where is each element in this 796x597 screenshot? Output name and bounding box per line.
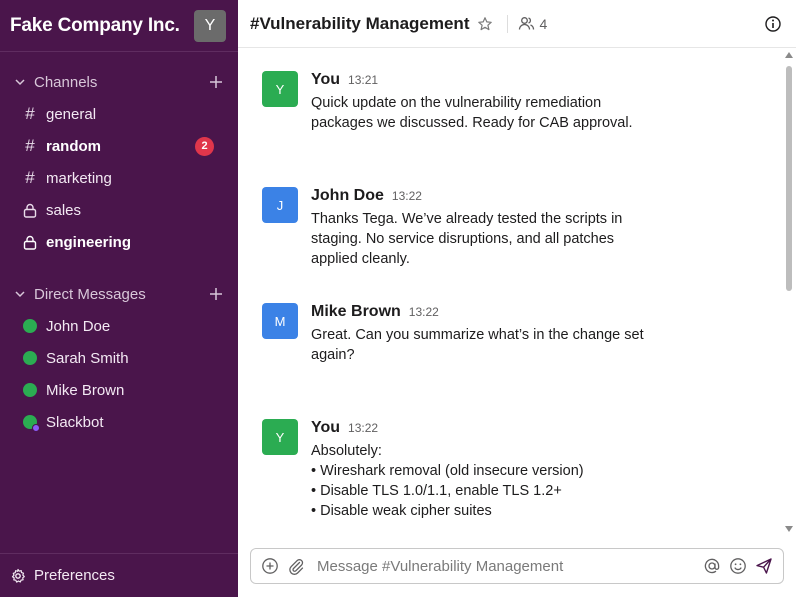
message-scrollbar[interactable] — [784, 52, 794, 532]
message-text: applied cleanly. — [311, 251, 410, 267]
avatar[interactable]: J — [262, 187, 298, 223]
online-dot — [23, 415, 40, 432]
workspace-header[interactable]: Fake Company Inc. Y — [0, 0, 238, 52]
scroll-down-arrow-icon[interactable] — [785, 526, 793, 532]
message-text: Absolutely: — [311, 443, 382, 459]
dms-label: Direct Messages — [34, 285, 146, 303]
hash-icon: # — [25, 104, 35, 123]
channel-label: sales — [46, 201, 82, 219]
dms-section-header[interactable]: Direct Messages — [0, 278, 238, 310]
paperclip-icon[interactable] — [287, 557, 305, 575]
dm-label: Mike Brown — [46, 381, 125, 399]
channels-label: Channels — [34, 73, 98, 91]
message-list: Y You 13:21 Quick update on the vulnerab… — [238, 49, 796, 536]
dm-label: Sarah Smith — [46, 349, 129, 367]
sidebar-item-marketing[interactable]: # marketing — [0, 162, 238, 194]
channel-label: general — [46, 105, 97, 123]
sidebar-item-general[interactable]: # general — [0, 98, 238, 130]
lock-icon — [22, 203, 38, 218]
channel-label: engineering — [46, 233, 132, 251]
online-dot — [23, 383, 37, 397]
message-text: staging. No service disruptions, and all… — [311, 231, 615, 247]
add-circle-icon[interactable] — [261, 557, 279, 575]
sidebar: Fake Company Inc. Y Channels # general #… — [0, 0, 238, 597]
people-icon — [518, 15, 535, 32]
unread-badge: 2 — [195, 136, 214, 156]
bot-indicator-icon — [32, 424, 40, 432]
members-button[interactable]: 4 — [518, 15, 547, 32]
preferences-label: Preferences — [34, 567, 115, 584]
add-dm-icon[interactable] — [208, 286, 224, 302]
channels-section-header[interactable]: Channels — [0, 66, 238, 98]
add-channel-icon[interactable] — [208, 74, 224, 90]
message-text: Thanks Tega. We’ve already tested the sc… — [311, 211, 623, 227]
message-text: • Disable weak cipher suites — [311, 503, 492, 519]
sidebar-item-slackbot[interactable]: Slackbot — [0, 406, 238, 438]
gear-icon — [10, 568, 26, 584]
dm-label: Slackbot — [46, 413, 104, 431]
header-divider — [507, 14, 509, 33]
preferences-button[interactable]: Preferences — [0, 553, 238, 597]
presence-icon — [22, 351, 38, 365]
sidebar-item-random[interactable]: # random 2 — [0, 130, 238, 162]
sidebar-item-john-doe[interactable]: John Doe — [0, 310, 238, 342]
presence-icon — [22, 319, 38, 333]
hash-icon: # — [25, 168, 35, 187]
channel-title[interactable]: #Vulnerability Management — [250, 14, 469, 34]
chevron-down-icon[interactable] — [14, 76, 28, 88]
avatar[interactable]: M — [262, 303, 298, 339]
hash-icon: # — [25, 136, 35, 155]
message-composer — [250, 548, 784, 584]
message-author[interactable]: Mike Brown — [311, 303, 401, 321]
avatar[interactable]: Y — [262, 419, 298, 455]
channel-label: marketing — [46, 169, 112, 187]
member-count: 4 — [539, 15, 548, 32]
chevron-down-icon[interactable] — [14, 288, 28, 300]
scroll-up-arrow-icon[interactable] — [785, 52, 793, 58]
message-timestamp[interactable]: 13:21 — [348, 73, 378, 87]
message-input[interactable] — [317, 557, 695, 575]
online-dot — [23, 351, 37, 365]
message-text: • Disable TLS 1.0/1.1, enable TLS 1.2+ — [311, 483, 562, 499]
online-dot — [23, 319, 37, 333]
main-panel: #Vulnerability Management 4 Y You 13:21 … — [238, 0, 796, 597]
message-text: Quick update on the vulnerability remedi… — [311, 95, 602, 111]
message-text: • Wireshark removal (old insecure versio… — [311, 463, 584, 479]
message-timestamp[interactable]: 13:22 — [409, 305, 439, 319]
message-timestamp[interactable]: 13:22 — [348, 421, 378, 435]
message: Y You 13:21 Quick update on the vulnerab… — [262, 71, 762, 133]
user-avatar[interactable]: Y — [194, 9, 226, 42]
sidebar-item-engineering[interactable]: engineering — [0, 226, 238, 258]
workspace-name[interactable]: Fake Company Inc. — [10, 15, 180, 37]
message: M Mike Brown 13:22 Great. Can you summar… — [262, 303, 762, 365]
presence-icon — [22, 383, 38, 397]
presence-icon — [22, 415, 40, 432]
message-author[interactable]: You — [311, 419, 340, 437]
message: J John Doe 13:22 Thanks Tega. We’ve alre… — [262, 187, 762, 269]
info-icon[interactable] — [764, 15, 782, 33]
star-icon[interactable] — [477, 16, 493, 32]
emoji-icon[interactable] — [729, 557, 747, 575]
message-text: Great. Can you summarize what’s in the c… — [311, 327, 644, 343]
message-author[interactable]: You — [311, 71, 340, 89]
sidebar-item-mike-brown[interactable]: Mike Brown — [0, 374, 238, 406]
scrollbar-thumb[interactable] — [786, 66, 792, 291]
channel-header: #Vulnerability Management 4 — [238, 0, 796, 48]
message: Y You 13:22 Absolutely: • Wireshark remo… — [262, 419, 762, 521]
sidebar-item-sarah-smith[interactable]: Sarah Smith — [0, 342, 238, 374]
message-author[interactable]: John Doe — [311, 187, 384, 205]
mention-icon[interactable] — [703, 557, 721, 575]
sidebar-item-sales[interactable]: sales — [0, 194, 238, 226]
message-text: again? — [311, 347, 355, 363]
channel-label: random — [46, 137, 102, 155]
dm-label: John Doe — [46, 317, 111, 335]
avatar[interactable]: Y — [262, 71, 298, 107]
message-text: packages we discussed. Ready for CAB app… — [311, 115, 633, 131]
message-timestamp[interactable]: 13:22 — [392, 189, 422, 203]
send-icon[interactable] — [755, 557, 773, 575]
lock-icon — [22, 235, 38, 250]
